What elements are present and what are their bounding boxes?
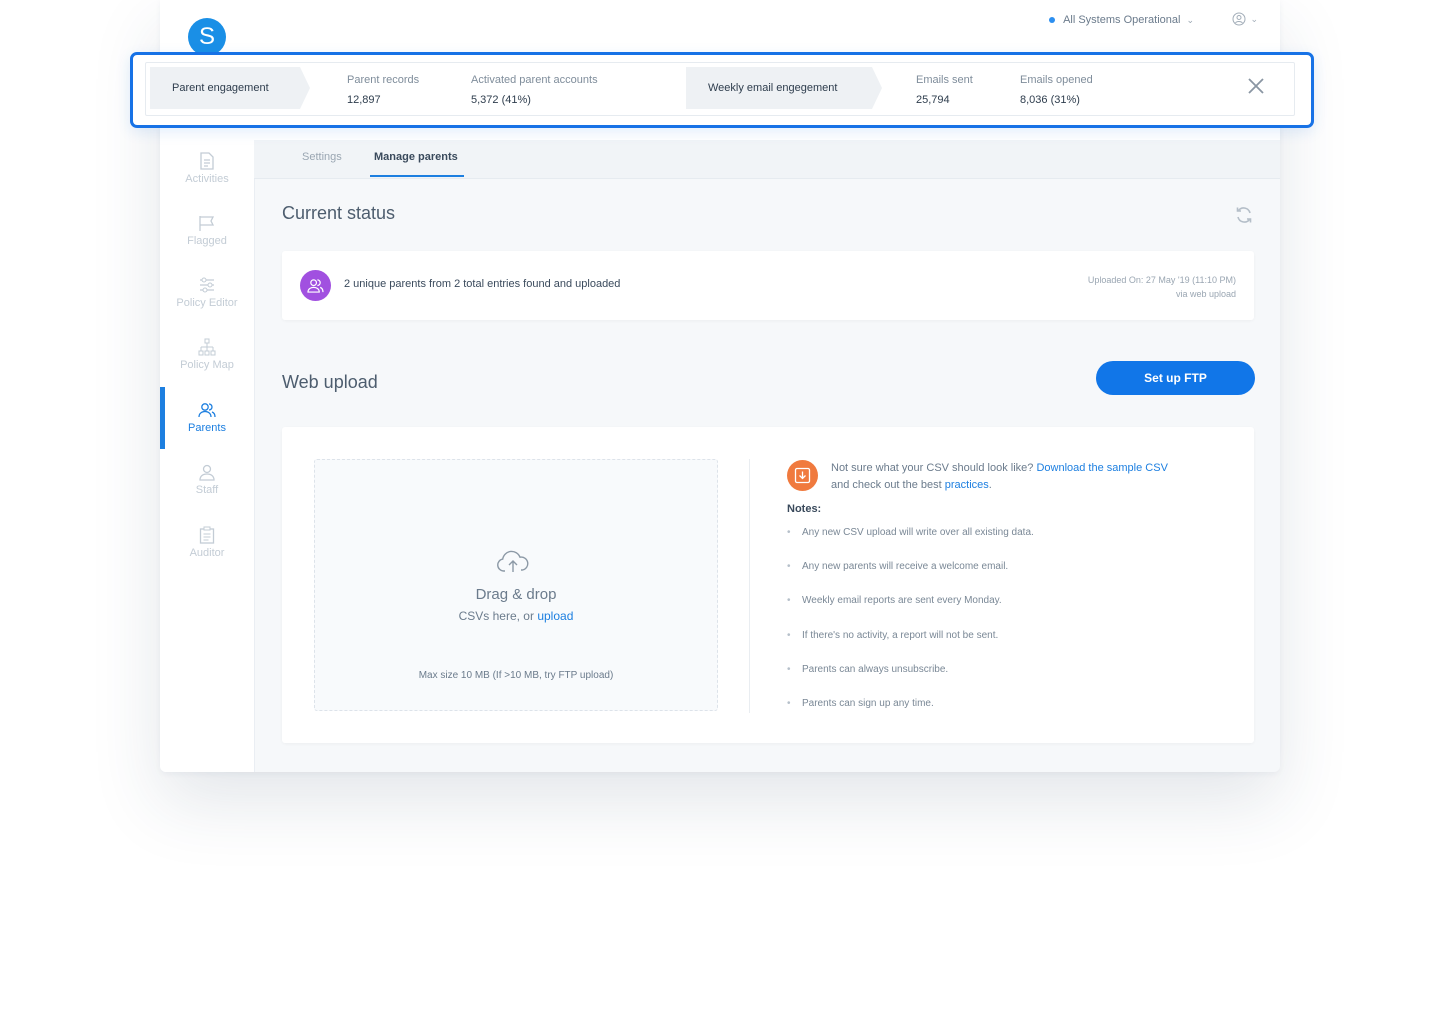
note-item: Parents can always unsubscribe. bbox=[787, 664, 948, 675]
sidebar-item-label: Policy Editor bbox=[176, 297, 238, 309]
close-button[interactable] bbox=[1246, 76, 1266, 101]
sidebar-item-label: Parents bbox=[188, 422, 226, 434]
parent-records-metric: Parent records 12,897 bbox=[347, 74, 419, 106]
csv-hint: Not sure what your CSV should look like?… bbox=[831, 460, 1168, 494]
tab-bar: Settings Manage parents bbox=[254, 140, 1280, 179]
chevron-down-icon: ⌄ bbox=[1186, 14, 1194, 25]
parents-badge bbox=[300, 270, 331, 301]
hierarchy-icon bbox=[198, 338, 216, 356]
refresh-button[interactable] bbox=[1234, 205, 1254, 230]
note-item: Any new CSV upload will write over all e… bbox=[787, 527, 1034, 538]
emails-sent-metric: Emails sent 25,794 bbox=[916, 74, 973, 106]
status-dot-icon bbox=[1049, 17, 1056, 23]
metric-value: 25,794 bbox=[916, 94, 950, 106]
sidebar-item-label: Policy Map bbox=[180, 359, 234, 371]
section-divider bbox=[749, 459, 750, 713]
tab-settings[interactable]: Settings bbox=[302, 151, 342, 163]
avatar-icon bbox=[1232, 12, 1246, 26]
tab-manage-parents[interactable]: Manage parents bbox=[374, 151, 458, 163]
sidebar-item-label: Flagged bbox=[187, 235, 227, 247]
max-size-note: Max size 10 MB (If >10 MB, try FTP uploa… bbox=[418, 670, 614, 681]
current-status-card: 2 unique parents from 2 total entries fo… bbox=[282, 251, 1254, 320]
sliders-icon bbox=[200, 277, 214, 293]
note-item: If there's no activity, a report will no… bbox=[787, 630, 998, 641]
download-badge bbox=[787, 460, 818, 491]
metric-value: 8,036 (31%) bbox=[1020, 94, 1080, 106]
notes-label: Notes: bbox=[787, 503, 822, 515]
system-status-text: All Systems Operational bbox=[1063, 14, 1181, 26]
metric-label: Emails sent bbox=[916, 74, 973, 86]
upload-link[interactable]: upload bbox=[537, 609, 573, 623]
parent-engagement-pill[interactable]: Parent engagement bbox=[150, 67, 310, 109]
top-bar: All Systems Operational ⌄ ⌄ bbox=[254, 0, 1280, 45]
users-icon bbox=[198, 403, 216, 418]
practices-link[interactable]: practices bbox=[945, 479, 989, 491]
metric-value: 12,897 bbox=[347, 94, 381, 106]
upload-info: Uploaded On: 27 May '19 (11:10 PM) via w… bbox=[1088, 273, 1236, 301]
engagement-summary-bar: Parent engagement Parent records 12,897 … bbox=[130, 52, 1314, 128]
current-status-title: Current status bbox=[282, 203, 396, 223]
sidebar-item-parents[interactable]: Parents bbox=[160, 401, 254, 457]
sidebar-item-label: Activities bbox=[185, 173, 229, 185]
upload-method: via web upload bbox=[1175, 289, 1236, 299]
hint-end: . bbox=[988, 479, 992, 491]
sidebar-item-activities[interactable]: Activities bbox=[160, 152, 254, 208]
metric-label: Parent records bbox=[347, 74, 420, 86]
note-item: Parents can sign up any time. bbox=[787, 698, 934, 709]
sidebar-item-policy-map[interactable]: Policy Map bbox=[160, 338, 254, 394]
drag-drop-title: Drag & drop bbox=[475, 586, 557, 603]
drag-drop-subtitle: CSVs here, or upload bbox=[315, 609, 717, 623]
engagement-summary-inner: Parent engagement Parent records 12,897 … bbox=[145, 62, 1295, 116]
sidebar-item-staff[interactable]: Staff bbox=[160, 463, 254, 519]
uploaded-on: Uploaded On: 27 May '19 (11:10 PM) bbox=[1087, 275, 1236, 285]
download-sample-csv-link[interactable]: Download the sample CSV bbox=[1036, 462, 1167, 474]
set-up-ftp-button[interactable]: Set up FTP bbox=[1096, 361, 1255, 395]
note-item: Weekly email reports are sent every Mond… bbox=[787, 595, 1002, 606]
document-icon bbox=[200, 152, 214, 170]
emails-opened-metric: Emails opened 8,036 (31%) bbox=[1020, 74, 1093, 106]
weekly-email-pill[interactable]: Weekly email engegement bbox=[686, 67, 882, 109]
download-icon bbox=[794, 467, 811, 484]
sidebar-item-label: Staff bbox=[195, 484, 219, 496]
chevron-down-icon: ⌄ bbox=[1250, 13, 1258, 24]
hint-line-1: Not sure what your CSV should look like? bbox=[831, 462, 1034, 474]
activated-accounts-metric: Activated parent accounts 5,372 (41%) bbox=[471, 74, 598, 106]
refresh-icon bbox=[1236, 207, 1252, 223]
hint-line-2: and check out the best bbox=[831, 479, 942, 491]
system-status[interactable]: All Systems Operational ⌄ bbox=[1049, 14, 1194, 26]
note-item: Any new parents will receive a welcome e… bbox=[787, 561, 1008, 572]
sidebar-item-auditor[interactable]: Auditor bbox=[160, 526, 254, 582]
web-upload-title: Web upload bbox=[282, 372, 378, 392]
users-icon bbox=[307, 279, 324, 293]
cloud-upload-icon bbox=[497, 550, 529, 572]
close-icon bbox=[1248, 78, 1264, 94]
user-icon bbox=[199, 464, 215, 481]
app-logo[interactable]: S bbox=[188, 18, 226, 56]
drag-drop-prefix: CSVs here, or bbox=[458, 609, 534, 623]
sidebar-item-label: Auditor bbox=[189, 547, 225, 559]
web-upload-card: Drag & drop CSVs here, or upload Max siz… bbox=[282, 427, 1254, 743]
metric-label: Emails opened bbox=[1020, 74, 1093, 86]
sidebar-item-flagged[interactable]: Flagged bbox=[160, 214, 254, 270]
status-message: 2 unique parents from 2 total entries fo… bbox=[344, 278, 621, 290]
clipboard-icon bbox=[199, 526, 215, 544]
metric-value: 5,372 (41%) bbox=[471, 94, 531, 106]
sidebar-item-policy-editor[interactable]: Policy Editor bbox=[160, 276, 254, 332]
account-menu[interactable]: ⌄ bbox=[1232, 12, 1258, 26]
active-tab-underline bbox=[370, 175, 464, 177]
metric-label: Activated parent accounts bbox=[471, 74, 598, 86]
csv-dropzone[interactable]: Drag & drop CSVs here, or upload Max siz… bbox=[314, 459, 718, 711]
flag-icon bbox=[199, 216, 215, 231]
active-nav-indicator bbox=[160, 387, 165, 449]
